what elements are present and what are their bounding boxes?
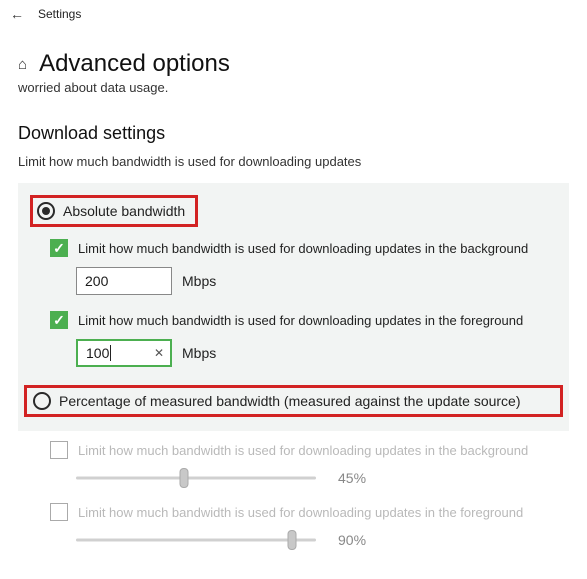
checkbox-bg-absolute-label: Limit how much bandwidth is used for dow… <box>78 241 528 256</box>
radio-selected-icon <box>37 202 55 220</box>
slider-bg-percentage <box>76 469 316 487</box>
checkbox-fg-absolute[interactable]: ✓ Limit how much bandwidth is used for d… <box>24 305 563 335</box>
slider-row-fg: 90% <box>24 527 563 559</box>
input-fg-value: 100 <box>86 345 109 361</box>
slider-bg-value: 45% <box>338 470 378 486</box>
page-title: Advanced options <box>39 50 230 78</box>
radio-unselected-icon <box>33 392 51 410</box>
checkbox-empty-icon <box>50 441 68 459</box>
text-caret <box>110 345 111 361</box>
absolute-bandwidth-panel: Absolute bandwidth ✓ Limit how much band… <box>18 183 569 431</box>
unit-bg: Mbps <box>182 273 216 289</box>
section-title-download: Download settings <box>18 123 569 144</box>
input-row-fg-absolute: 100 ✕ Mbps <box>24 335 563 377</box>
checkbox-empty-icon <box>50 503 68 521</box>
input-bg-bandwidth[interactable]: 200 <box>76 267 172 295</box>
content-area: ⌂ Advanced options worried about data us… <box>0 28 587 579</box>
page-header: ⌂ Advanced options <box>18 50 569 78</box>
radio-absolute-bandwidth[interactable]: Absolute bandwidth <box>24 189 563 233</box>
radio-absolute-label: Absolute bandwidth <box>63 203 185 219</box>
slider-track <box>76 477 316 480</box>
checkmark-icon: ✓ <box>50 311 68 329</box>
slider-thumb <box>288 530 297 550</box>
app-title: Settings <box>38 7 81 21</box>
back-icon[interactable]: ← <box>10 6 24 22</box>
radio-percentage-label: Percentage of measured bandwidth (measur… <box>59 393 521 409</box>
clear-input-icon[interactable]: ✕ <box>154 346 164 360</box>
checkbox-bg-percentage-label: Limit how much bandwidth is used for dow… <box>78 443 528 458</box>
checkbox-fg-absolute-label: Limit how much bandwidth is used for dow… <box>78 313 523 328</box>
checkbox-bg-percentage: Limit how much bandwidth is used for dow… <box>24 435 563 465</box>
slider-fg-percentage <box>76 531 316 549</box>
input-fg-bandwidth[interactable]: 100 ✕ <box>76 339 172 367</box>
checkbox-bg-absolute[interactable]: ✓ Limit how much bandwidth is used for d… <box>24 233 563 263</box>
section-subtitle-download: Limit how much bandwidth is used for dow… <box>18 154 569 169</box>
slider-track <box>76 539 316 542</box>
unit-fg: Mbps <box>182 345 216 361</box>
slider-fg-value: 90% <box>338 532 378 548</box>
radio-percentage-bandwidth[interactable]: Percentage of measured bandwidth (measur… <box>24 385 563 417</box>
input-row-bg-absolute: 200 Mbps <box>24 263 563 305</box>
home-icon[interactable]: ⌂ <box>18 56 27 73</box>
highlight-box-absolute: Absolute bandwidth <box>30 195 198 227</box>
slider-row-bg: 45% <box>24 465 563 497</box>
input-bg-value: 200 <box>85 273 108 289</box>
checkbox-fg-percentage-label: Limit how much bandwidth is used for dow… <box>78 505 523 520</box>
title-bar: ← Settings <box>0 0 587 28</box>
slider-thumb <box>180 468 189 488</box>
checkbox-fg-percentage: Limit how much bandwidth is used for dow… <box>24 497 563 527</box>
page-description-fragment: worried about data usage. <box>18 80 569 95</box>
checkmark-icon: ✓ <box>50 239 68 257</box>
